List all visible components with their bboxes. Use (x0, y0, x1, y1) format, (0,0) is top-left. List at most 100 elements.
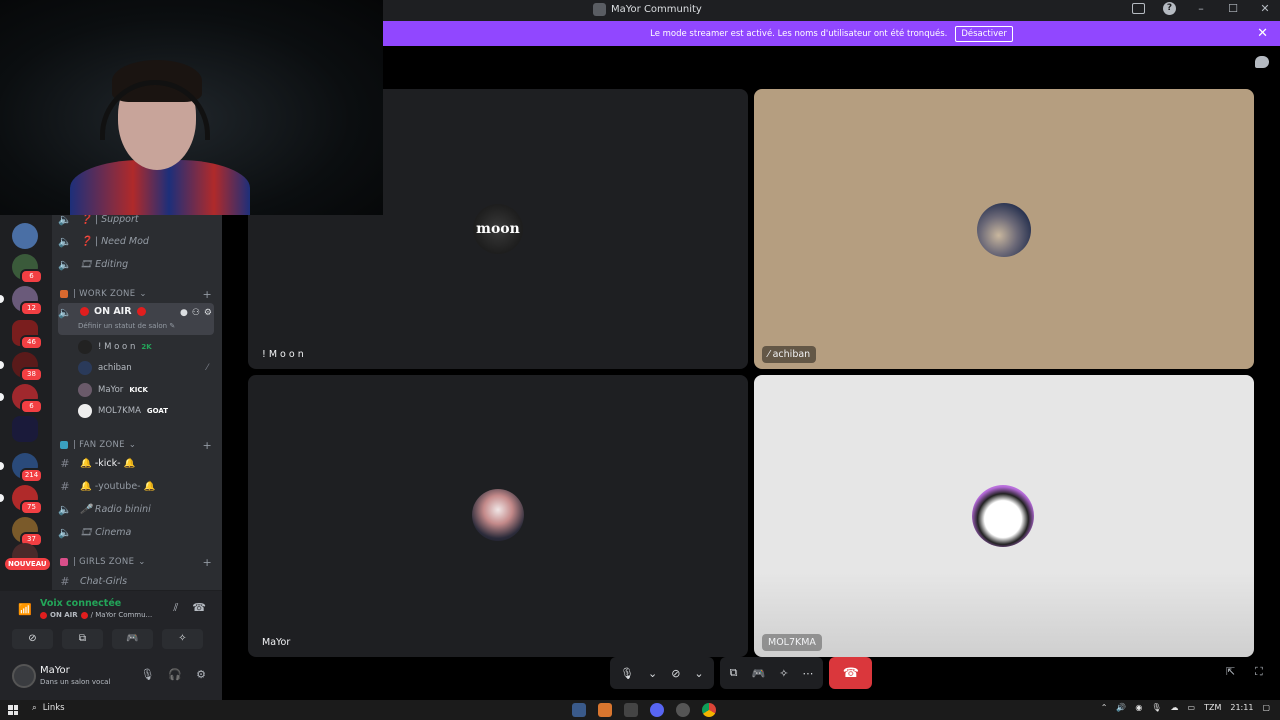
disable-streamer-button[interactable]: Désactiver (955, 25, 1013, 42)
server-item[interactable] (12, 223, 38, 249)
windows-start-icon[interactable] (8, 705, 18, 715)
popout-icon[interactable]: ⇱ (1226, 665, 1235, 678)
more-options-icon[interactable]: ⋯ (802, 667, 813, 680)
add-channel-icon[interactable]: + (202, 439, 212, 452)
maximize-icon[interactable]: ☐ (1226, 2, 1240, 15)
participant-name-text: achiban (772, 349, 811, 360)
avatar[interactable] (12, 664, 36, 688)
text-channel-kick[interactable]: # 🔔 -kick- 🔔 (58, 453, 214, 473)
server-item[interactable]: 46 (12, 320, 43, 350)
channel-label: ON AIR (94, 306, 132, 317)
cloud-icon[interactable]: ☁ (1171, 703, 1179, 712)
voice-user-name: MOL7KMA (98, 405, 141, 416)
hangup-button[interactable]: ☎ (829, 657, 873, 689)
channel-label: Chat-Girls (80, 575, 128, 587)
activities-button[interactable]: 🎮 (112, 629, 153, 649)
minimize-icon[interactable]: – (1194, 2, 1208, 15)
channel-status-hint[interactable]: Définir un statut de salon ✎ (78, 322, 175, 330)
voice-channel-info[interactable]: ON AIR / MaYor Commu... (40, 611, 152, 619)
chevron-up-icon[interactable]: ⌃ (1101, 703, 1108, 712)
server-item[interactable]: 37 (12, 517, 43, 547)
app-icon[interactable] (676, 703, 690, 717)
server-item[interactable]: 75 (0, 485, 43, 515)
server-item[interactable] (12, 416, 38, 442)
voice-channel-need-mod[interactable]: 🔈 ❓ | Need Mod (58, 231, 214, 251)
fullscreen-icon[interactable]: ⛶ (1255, 665, 1263, 679)
signal-icon[interactable]: 📶 (18, 603, 32, 616)
volume-icon[interactable]: 🔊 (1116, 703, 1126, 712)
video-tile-mol7kma[interactable]: MOL7KMA (754, 375, 1254, 657)
text-channel-chat-girls[interactable]: # Chat-Girls (58, 571, 214, 590)
help-icon[interactable]: ? (1163, 2, 1176, 15)
notification-icon[interactable]: ▢ (1262, 703, 1270, 712)
add-channel-icon[interactable]: + (202, 556, 212, 569)
text-channel-youtube[interactable]: # 🔔 -youtube- 🔔 (58, 476, 214, 496)
voice-user-moon[interactable]: ! M o o n 2K (78, 337, 152, 356)
chrome-icon[interactable] (702, 703, 716, 717)
add-channel-icon[interactable]: + (202, 288, 212, 301)
network-icon[interactable]: ▭ (1188, 703, 1196, 712)
activities-icon[interactable]: 🎮 (751, 667, 765, 680)
server-item[interactable]: 12 (0, 286, 43, 316)
red-circle-icon (80, 611, 88, 619)
chevron-down-icon[interactable]: ⌄ (694, 667, 703, 680)
inbox-icon[interactable] (1132, 3, 1145, 14)
app-icon[interactable] (624, 703, 638, 717)
gear-icon[interactable]: ⚙ (196, 668, 206, 681)
headphones-icon[interactable]: 🎧 (168, 668, 182, 681)
screen-share-icon[interactable]: ⧉ (730, 666, 738, 680)
gear-icon[interactable]: ⚙ (204, 308, 212, 318)
disconnect-icon[interactable]: ☎ (192, 601, 206, 615)
chat-icon[interactable]: ● (180, 308, 188, 318)
user-tag: GOAT (146, 406, 169, 415)
server-item[interactable]: 38 (0, 352, 43, 382)
discord-icon[interactable] (650, 703, 664, 717)
voice-channel-support[interactable]: 🔈 ❓ | Support (58, 215, 214, 229)
voice-quick-buttons: ⊘ ⧉ 🎮 ✧ (12, 629, 203, 649)
voice-channel-radio[interactable]: 🔈 🎤 Radio binini (58, 499, 214, 519)
category-emoji-icon (60, 558, 68, 566)
voice-user-mol7kma[interactable]: MOL7KMA GOAT (78, 401, 168, 420)
camera-off-icon[interactable]: ⊘ (671, 667, 680, 680)
unread-indicator (0, 295, 4, 303)
noise-suppression-icon[interactable]: ⫽ (173, 601, 178, 615)
microphone-icon[interactable]: 🎙 (140, 668, 154, 681)
add-member-icon[interactable]: ⚇ (192, 308, 200, 318)
video-tile-achiban[interactable]: ⁄ achiban (754, 89, 1254, 369)
app-icon[interactable] (572, 703, 586, 717)
category-label: | GIRLS ZONE (73, 557, 135, 567)
unread-indicator (0, 494, 4, 502)
voice-channel-cinema[interactable]: 🔈 🎞 Cinema (58, 522, 214, 542)
category-work-zone[interactable]: | WORK ZONE ⌄ + (60, 287, 212, 301)
voice-channel-editing[interactable]: 🔈 🎞 Editing (58, 254, 214, 274)
chat-icon[interactable] (1255, 56, 1269, 68)
camera-button[interactable]: ⊘ (12, 629, 53, 649)
category-fan-zone[interactable]: | FAN ZONE ⌄ + (60, 438, 212, 452)
clock[interactable]: 21:11 (1230, 703, 1253, 712)
avatar (78, 403, 92, 418)
screen-share-button[interactable]: ⧉ (62, 629, 103, 649)
soundboard-icon[interactable]: ✧ (779, 667, 788, 680)
voice-status[interactable]: Voix connectée (40, 598, 121, 609)
close-icon[interactable]: ✕ (1257, 26, 1268, 41)
microphone-icon[interactable]: 🎙 (620, 667, 634, 680)
server-item[interactable]: 214 (0, 453, 43, 483)
microphone-icon[interactable]: 🎙 (1151, 703, 1161, 712)
server-item[interactable]: 6 (12, 254, 43, 284)
category-emoji-icon (60, 290, 68, 298)
voice-server-name: / MaYor Commu... (90, 611, 153, 619)
server-item[interactable]: 6 (0, 384, 43, 414)
video-tile-mayor[interactable]: MaYor (248, 375, 748, 657)
chevron-down-icon[interactable]: ⌄ (648, 667, 657, 680)
close-window-icon[interactable]: ✕ (1258, 2, 1272, 15)
voice-user-mayor[interactable]: MaYor KICK (78, 380, 148, 399)
user-name[interactable]: MaYor (40, 665, 70, 676)
taskbar-search[interactable]: ⌕ Links (32, 703, 65, 713)
soundboard-button[interactable]: ✧ (162, 629, 203, 649)
hashtag-icon: # (60, 479, 70, 493)
language-indicator[interactable]: TZM (1204, 703, 1221, 712)
app-icon[interactable] (598, 703, 612, 717)
voice-user-achiban[interactable]: achiban ⁄ (78, 358, 208, 377)
category-girls-zone[interactable]: | GIRLS ZONE ⌄ + (60, 555, 212, 569)
tray-app-icon[interactable]: ◉ (1135, 703, 1142, 712)
